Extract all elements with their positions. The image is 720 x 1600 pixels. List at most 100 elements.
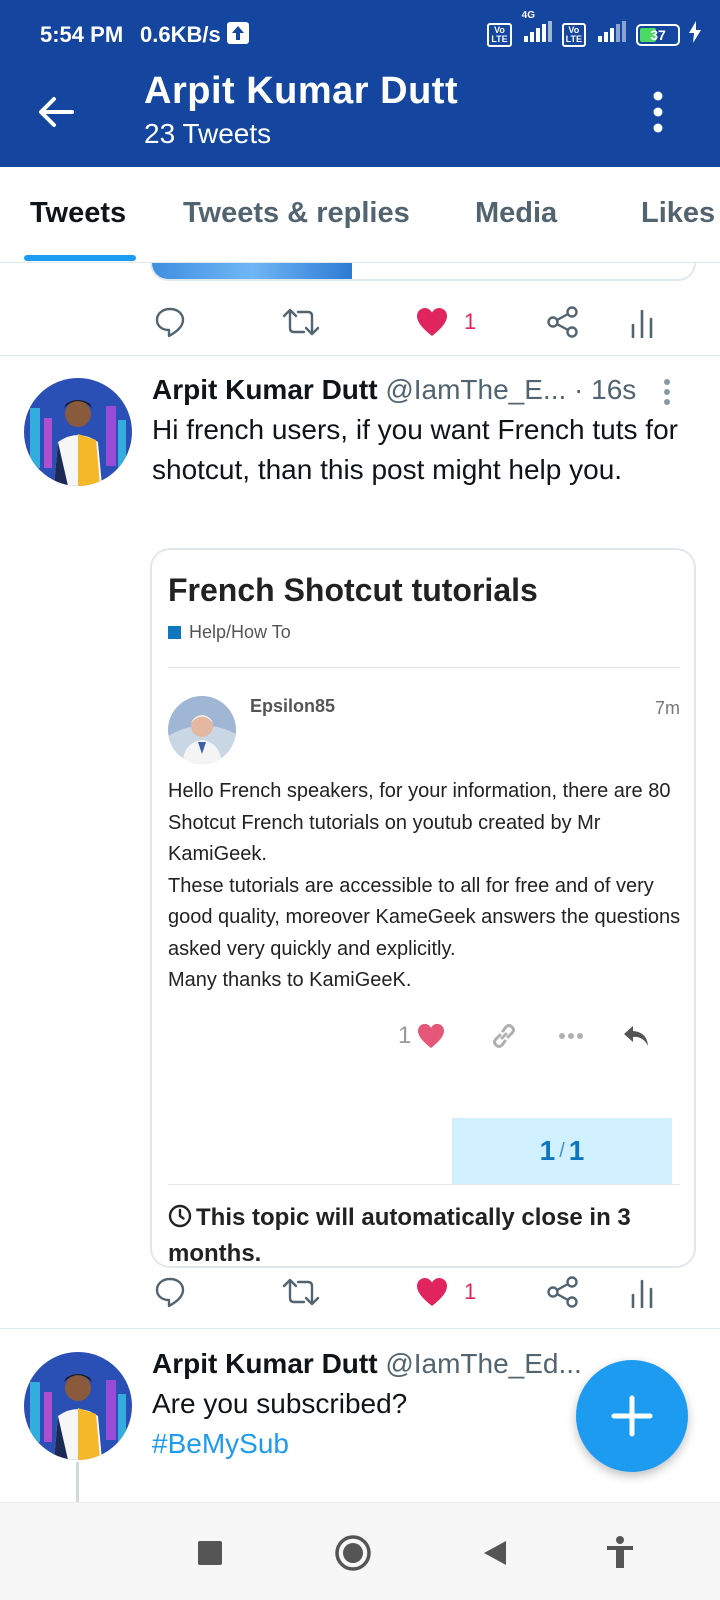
topic-progress: 1 / 1 (452, 1118, 672, 1184)
system-back-button[interactable] (476, 1533, 516, 1573)
like-count: 1 (464, 1279, 477, 1304)
volte-icon-2: Vo LTE (561, 23, 586, 47)
retweet-icon (282, 1278, 320, 1306)
post-link-button (490, 1020, 518, 1052)
recent-apps-button[interactable] (190, 1533, 230, 1573)
category-square-icon (168, 626, 181, 639)
post-more-button (558, 1020, 584, 1052)
triangle-back-icon (484, 1541, 506, 1565)
reply-button[interactable] (154, 1272, 186, 1312)
heart-icon (418, 1023, 445, 1049)
post-paragraph: Hello French speakers, for your informat… (168, 780, 671, 865)
tweet-actions: 1 (150, 1262, 690, 1322)
link-preview-card[interactable]: French Shotcut tutorials Help/How To Eps… (150, 548, 696, 1268)
horizontal-dots-icon (559, 1033, 583, 1039)
reply-icon (155, 1277, 185, 1308)
retweet-button[interactable] (282, 1272, 320, 1312)
avatar[interactable] (24, 1352, 132, 1460)
share-button[interactable] (546, 1272, 580, 1312)
tweet-author-name[interactable]: Arpit Kumar Dutt (152, 374, 378, 405)
share-icon (547, 306, 578, 338)
profile-name: Arpit Kumar Dutt (144, 70, 459, 112)
system-nav-bar (0, 1502, 720, 1600)
tweet-header: Arpit Kumar Dutt @IamThe_Ed... (152, 1348, 582, 1380)
retweet-icon (282, 308, 320, 336)
signal-icon-2 (594, 20, 628, 50)
card-divider (168, 667, 680, 668)
post-actions: 1 (168, 1016, 680, 1056)
charging-icon (688, 21, 702, 49)
active-tab-indicator (24, 255, 136, 261)
topic-close-notice: This topic will automatically close in 3… (168, 1200, 688, 1267)
previous-tweet-media[interactable] (150, 263, 696, 281)
post-paragraph: These tutorials are accessible to all fo… (168, 874, 681, 960)
post-author-name: Epsilon85 (250, 696, 336, 716)
previous-tweet-actions: 1 (150, 292, 690, 352)
analytics-icon (631, 1279, 653, 1308)
volte-icon: Vo LTE (487, 23, 512, 47)
heart-icon (417, 1278, 447, 1306)
share-button[interactable] (546, 302, 580, 342)
arrow-left-icon (39, 97, 74, 127)
tab-tweets[interactable]: Tweets (30, 197, 126, 230)
tab-tweets-replies[interactable]: Tweets & replies (183, 197, 410, 230)
battery-level: 37 (650, 27, 666, 43)
tweet-author-handle[interactable]: @IamThe_Ed... (385, 1348, 582, 1379)
tab-media[interactable]: Media (475, 197, 557, 230)
accessibility-button[interactable] (600, 1533, 640, 1573)
post-like-count: 1 (398, 1022, 412, 1049)
battery-icon: 37 (636, 24, 680, 46)
circle-home-icon (335, 1535, 371, 1571)
like-button[interactable]: 1 (416, 302, 476, 342)
progress-separator: / (559, 1139, 565, 1162)
heart-icon (417, 308, 447, 336)
compose-tweet-button[interactable] (576, 1360, 688, 1472)
plus-icon (611, 1395, 653, 1437)
post-paragraph: Many thanks to KamiGeeK. (168, 969, 412, 991)
app-header: 5:54 PM 0.6KB/s Vo LTE 4G Vo LTE 37 Arpi… (0, 0, 720, 167)
post-time: 7m (654, 698, 680, 718)
back-button[interactable] (32, 88, 80, 136)
profile-tabs: Tweets Tweets & replies Media Likes (0, 167, 720, 263)
signal-icon: 4G (520, 10, 554, 50)
accessibility-icon (607, 1536, 633, 1568)
network-type: 4G (521, 10, 535, 21)
tweet-text: Hi french users, if you want French tuts… (152, 414, 678, 485)
square-icon (198, 1541, 222, 1565)
progress-total: 1 (568, 1135, 585, 1166)
tweet-divider (0, 1328, 720, 1329)
more-options-button[interactable] (650, 90, 666, 134)
upload-icon (227, 22, 249, 44)
tweet-more-button[interactable] (662, 378, 672, 408)
reply-button[interactable] (154, 302, 186, 342)
progress-current: 1 (539, 1135, 556, 1166)
close-notice-text: This topic will automatically close in 3… (168, 1204, 631, 1267)
like-count: 1 (464, 309, 477, 334)
status-time: 5:54 PM (40, 22, 124, 47)
avatar[interactable] (24, 378, 132, 486)
thread-line (76, 1462, 79, 1502)
tweet-header: Arpit Kumar Dutt @IamThe_E... · 16s (152, 374, 636, 406)
tweet-author-name[interactable]: Arpit Kumar Dutt (152, 1348, 378, 1379)
card-category: Help/How To (168, 622, 291, 643)
status-icons: Vo LTE 4G Vo LTE 37 (487, 10, 702, 50)
analytics-button[interactable] (630, 302, 654, 342)
post-like-button: 1 (398, 1020, 445, 1052)
retweet-button[interactable] (282, 302, 320, 342)
tweet-author-handle[interactable]: @IamThe_E... (385, 374, 566, 405)
vertical-dots-icon (653, 91, 663, 133)
tweet-divider (0, 355, 720, 356)
status-bar: 5:54 PM 0.6KB/s Vo LTE 4G Vo LTE 37 (0, 0, 720, 70)
tweet-count: 23 Tweets (144, 118, 272, 149)
card-title: French Shotcut tutorials (168, 572, 538, 608)
analytics-button[interactable] (630, 1272, 654, 1312)
reply-icon (155, 307, 185, 338)
share-icon (547, 1276, 578, 1308)
clock-icon (168, 1204, 192, 1228)
home-button[interactable] (333, 1533, 373, 1573)
category-label: Help/How To (189, 622, 291, 642)
post-author-avatar (168, 696, 236, 764)
post-reply-button (622, 1020, 650, 1052)
like-button[interactable]: 1 (416, 1272, 476, 1312)
tab-likes[interactable]: Likes (641, 197, 715, 230)
